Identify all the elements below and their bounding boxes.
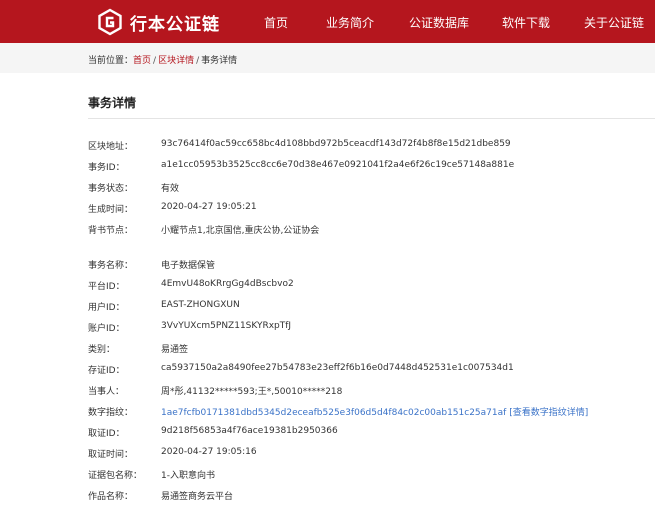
detail-value: 易通签 — [161, 345, 189, 355]
detail-value: 4EmvU48oKRrgGg4dBscbvo2 — [161, 279, 294, 289]
detail-row-category: 类别： 易通签 — [88, 342, 655, 356]
detail-row-work-name: 作品名称： 易通签商务云平台 — [88, 489, 655, 503]
detail-label: 事务名称： — [88, 261, 134, 271]
detail-value: 易通签商务云平台 — [161, 492, 234, 502]
detail-value: 1-入职意向书 — [161, 471, 215, 481]
detail-value: a1e1cc05953b3525cc8cc6e70d38e467e0921041… — [161, 160, 515, 170]
nav-about[interactable]: 关于公证链 — [584, 14, 644, 31]
detail-value: 9d218f56853a4f76ace19381b2950366 — [161, 426, 338, 436]
detail-row-transaction-status: 事务状态： 有效 — [88, 181, 655, 195]
detail-row-parties: 当事人： 周*彤,41132*****593;王*,50010*****218 — [88, 384, 655, 398]
detail-row-transaction-name: 事务名称： 电子数据保管 — [88, 258, 655, 272]
logo-mark-icon — [96, 8, 124, 36]
detail-value: ca5937150a2a8490fee27b54783e23eff2f6b16e… — [161, 363, 514, 373]
detail-row-platform-id: 平台ID： 4EmvU48oKRrgGg4dBscbvo2 — [88, 279, 655, 293]
detail-label: 区块地址： — [88, 142, 134, 152]
detail-row-evidence-id: 存证ID： ca5937150a2a8490fee27b54783e23eff2… — [88, 363, 655, 377]
detail-value: EAST-ZHONGXUN — [161, 300, 240, 310]
detail-value: 电子数据保管 — [161, 261, 216, 271]
breadcrumb: 当前位置：首页 / 区块详情 / 事务详情 — [88, 53, 237, 66]
detail-row-evidence-package: 证据包名称： 1-入职意向书 — [88, 468, 655, 482]
detail-label: 取证ID： — [88, 429, 125, 439]
detail-label: 平台ID： — [88, 282, 125, 292]
detail-row-account-id: 账户ID： 3VvYUXcm5PNZ11SKYRxpTfJ — [88, 321, 655, 335]
fingerprint-link[interactable]: 1ae7fcfb0171381dbd5345d2eceafb525e3f06d5… — [161, 408, 506, 418]
title-divider — [88, 118, 655, 119]
detail-label: 用户ID： — [88, 303, 125, 313]
breadcrumb-bar: 当前位置：首页 / 区块详情 / 事务详情 — [0, 43, 655, 73]
detail-value: 93c76414f0ac59cc658bc4d108bbd972b5ceacdf… — [161, 139, 511, 149]
detail-row-forensic-id: 取证ID： 9d218f56853a4f76ace19381b2950366 — [88, 426, 655, 440]
breadcrumb-current: 事务详情 — [201, 56, 238, 66]
detail-label: 事务ID： — [88, 163, 125, 173]
logo[interactable]: 行本公证链 — [96, 7, 220, 37]
detail-row-user-id: 用户ID： EAST-ZHONGXUN — [88, 300, 655, 314]
detail-label: 账户ID： — [88, 324, 125, 334]
detail-value: 小耀节点1,北京国信,重庆公协,公证协会 — [161, 226, 320, 236]
detail-value: 周*彤,41132*****593;王*,50010*****218 — [161, 387, 343, 397]
breadcrumb-prefix: 当前位置： — [88, 56, 134, 66]
detail-label: 背书节点： — [88, 226, 134, 236]
detail-row-generated-time: 生成时间： 2020-04-27 19:05:21 — [88, 202, 655, 216]
detail-row-endorsing-nodes: 背书节点： 小耀节点1,北京国信,重庆公协,公证协会 — [88, 223, 655, 237]
breadcrumb-block-link[interactable]: 区块详情 — [158, 56, 194, 66]
detail-value: 2020-04-27 19:05:16 — [161, 447, 257, 457]
detail-label: 事务状态： — [88, 184, 134, 194]
detail-label: 取证时间： — [88, 450, 134, 460]
nav-home[interactable]: 首页 — [264, 14, 288, 31]
detail-label: 存证ID： — [88, 366, 125, 376]
breadcrumb-separator: / — [196, 56, 200, 66]
page-title: 事务详情 — [88, 96, 137, 110]
page: 行本公证链 首页 业务简介 公证数据库 软件下载 关于公证链 当前位置：首页 / 区… — [0, 0, 655, 522]
top-header: 行本公证链 首页 业务简介 公证数据库 软件下载 关于公证链 — [0, 0, 655, 43]
detail-label: 当事人： — [88, 387, 125, 397]
detail-value: 有效 — [161, 184, 180, 194]
detail-value: 3VvYUXcm5PNZ11SKYRxpTfJ — [161, 321, 292, 331]
nav-notary-database[interactable]: 公证数据库 — [409, 14, 469, 31]
detail-label: 数字指纹： — [88, 408, 134, 418]
detail-label: 生成时间： — [88, 205, 134, 215]
logo-text: 行本公证链 — [130, 14, 220, 35]
detail-label: 证据包名称： — [88, 471, 143, 481]
detail-row-digital-fingerprint: 数字指纹： 1ae7fcfb0171381dbd5345d2eceafb525e… — [88, 405, 655, 419]
nav-business-intro[interactable]: 业务简介 — [326, 14, 374, 31]
detail-value: 1ae7fcfb0171381dbd5345d2eceafb525e3f06d5… — [161, 405, 588, 418]
nav-software-download[interactable]: 软件下载 — [502, 14, 550, 31]
detail-row-block-address: 区块地址： 93c76414f0ac59cc658bc4d108bbd972b5… — [88, 139, 655, 153]
breadcrumb-home-link[interactable]: 首页 — [133, 56, 151, 66]
detail-label: 作品名称： — [88, 492, 134, 502]
detail-row-forensic-time: 取证时间： 2020-04-27 19:05:16 — [88, 447, 655, 461]
detail-value: 2020-04-27 19:05:21 — [161, 202, 257, 212]
detail-row-transaction-id: 事务ID： a1e1cc05953b3525cc8cc6e70d38e467e0… — [88, 160, 655, 174]
breadcrumb-separator: / — [153, 56, 157, 66]
view-fingerprint-details-link[interactable]: [查看数字指纹详情] — [509, 408, 588, 418]
detail-label: 类别： — [88, 345, 116, 355]
